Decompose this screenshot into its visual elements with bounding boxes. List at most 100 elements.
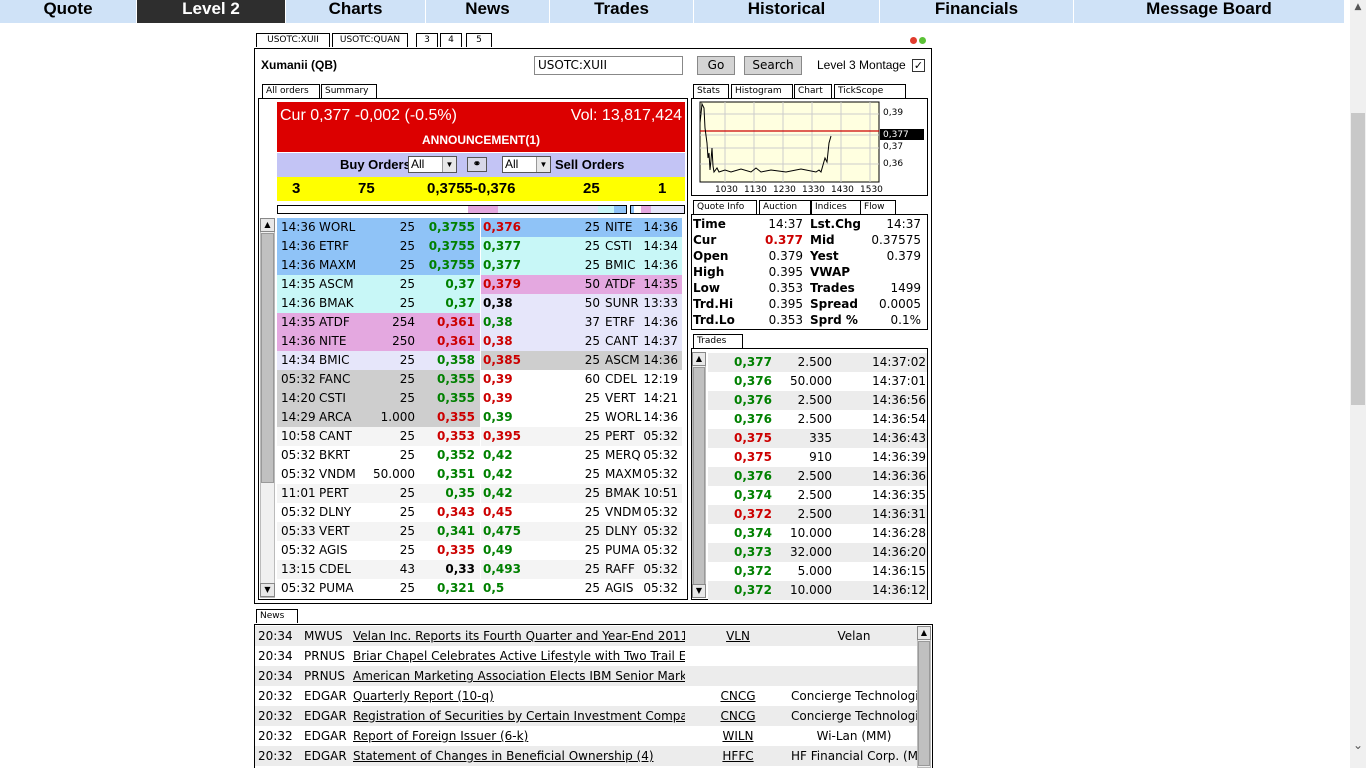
orders-scroll-thumb[interactable] — [261, 233, 274, 483]
ask-row[interactable]: 0,377 25 CSTI 14:34 — [481, 237, 682, 256]
news-headline[interactable]: Velan Inc. Reports its Fourth Quarter an… — [353, 626, 685, 646]
nav-tab-historical[interactable]: Historical — [694, 0, 880, 23]
tab-info-flow[interactable]: Flow — [860, 200, 896, 214]
nav-tab-charts[interactable]: Charts — [286, 0, 426, 23]
buy-filter-select[interactable]: All ▼ — [408, 156, 457, 173]
ask-row[interactable]: 0,42 25 MAXM 05:32 — [481, 465, 682, 484]
tab-news[interactable]: News — [256, 609, 298, 623]
symbol-tab[interactable]: 5 — [466, 33, 492, 47]
bid-row[interactable]: 10:58 CANT 25 0,353 — [277, 427, 480, 446]
bid-row[interactable]: 05:32 PUMA 25 0,321 — [277, 579, 480, 598]
news-row[interactable]: 20:34 MWUS Velan Inc. Reports its Fourth Q… — [255, 626, 917, 646]
bid-row[interactable]: 14:36 NITE 250 0,361 — [277, 332, 480, 351]
bid-row[interactable]: 05:32 DLNY 25 0,343 — [277, 503, 480, 522]
news-symbol[interactable]: VLN — [688, 626, 788, 646]
bid-row[interactable]: 13:15 CDEL 43 0,33 — [277, 560, 480, 579]
bid-row[interactable]: 14:35 ASCM 25 0,37 — [277, 275, 480, 294]
sell-filter-select[interactable]: All ▼ — [502, 156, 551, 173]
symbol-input[interactable]: USOTC:XUII — [534, 56, 683, 75]
news-symbol[interactable]: WILN — [688, 726, 788, 746]
ask-row[interactable]: 0,39 25 VERT 14:21 — [481, 389, 682, 408]
bid-row[interactable]: 05:32 FANC 25 0,355 — [277, 370, 480, 389]
news-scroll-up-icon[interactable]: ▲ — [917, 626, 931, 640]
bid-row[interactable]: 11:01 PERT 25 0,35 — [277, 484, 480, 503]
trade-row[interactable]: 0,376 2.500 14:36:56 — [708, 391, 927, 410]
nav-tab-quote[interactable]: Quote — [0, 0, 137, 23]
trade-row[interactable]: 0,376 50.000 14:37:01 — [708, 372, 927, 391]
trade-row[interactable]: 0,372 2.500 14:36:31 — [708, 505, 927, 524]
news-row[interactable]: 20:34 PRNUS American Marketing Association… — [255, 666, 917, 686]
news-symbol[interactable]: CNCG — [688, 686, 788, 706]
tab-view-summary[interactable]: Summary — [321, 84, 377, 98]
search-button[interactable]: Search — [744, 56, 802, 75]
ask-row[interactable]: 0,38 37 ETRF 14:36 — [481, 313, 682, 332]
ask-row[interactable]: 0,38 50 SUNR 13:33 — [481, 294, 682, 313]
symbol-tab[interactable]: 3 — [416, 33, 438, 47]
scroll-up-icon[interactable]: ▲ — [1350, 2, 1366, 12]
news-headline[interactable]: Briar Chapel Celebrates Active Lifestyle… — [353, 646, 685, 666]
news-row[interactable]: 20:32 EDGAR Registration of Securities by … — [255, 706, 917, 726]
page-scrollbar-thumb[interactable] — [1351, 113, 1365, 405]
symbol-tab[interactable]: 4 — [440, 33, 462, 47]
bid-row[interactable]: 05:32 BKRT 25 0,352 — [277, 446, 480, 465]
bid-row[interactable]: 05:33 VERT 25 0,341 — [277, 522, 480, 541]
ask-row[interactable]: 0,475 25 DLNY 05:32 — [481, 522, 682, 541]
tab-chart-histogram[interactable]: Histogram — [731, 84, 793, 98]
bid-row[interactable]: 14:36 MAXM 25 0,3755 — [277, 256, 480, 275]
bid-row[interactable]: 14:36 ETRF 25 0,3755 — [277, 237, 480, 256]
tab-info-indices[interactable]: Indices — [811, 200, 861, 214]
tab-view-all-orders[interactable]: All orders — [262, 84, 320, 98]
trades-scroll-thumb[interactable] — [693, 367, 705, 585]
orders-scroll-up-icon[interactable]: ▲ — [260, 218, 275, 232]
level3-montage-checkbox[interactable]: ✓ — [912, 59, 925, 72]
nav-tab-news[interactable]: News — [426, 0, 550, 23]
trade-row[interactable]: 0,374 2.500 14:36:35 — [708, 486, 927, 505]
ask-row[interactable]: 0,5 25 AGIS 05:32 — [481, 579, 682, 598]
tab-chart-chart[interactable]: Chart — [794, 84, 832, 98]
news-headline[interactable]: Quarterly Report (10-q) — [353, 686, 685, 706]
ask-row[interactable]: 0,395 25 PERT 05:32 — [481, 427, 682, 446]
tab-info-quote-info[interactable]: Quote Info — [693, 200, 757, 214]
news-scroll-thumb[interactable] — [918, 641, 930, 766]
news-headline[interactable]: Registration of Securities by Certain In… — [353, 706, 685, 726]
trades-scroll-up-icon[interactable]: ▲ — [692, 352, 706, 366]
trade-row[interactable]: 0,373 32.000 14:36:20 — [708, 543, 927, 562]
news-symbol[interactable]: HFFC — [688, 746, 788, 766]
news-headline[interactable]: American Marketing Association Elects IB… — [353, 666, 685, 686]
trades-scroll-down-icon[interactable]: ▼ — [692, 584, 706, 598]
trade-row[interactable]: 0,375 335 14:36:43 — [708, 429, 927, 448]
ask-row[interactable]: 0,39 60 CDEL 12:19 — [481, 370, 682, 389]
bid-row[interactable]: 05:32 AGIS 25 0,335 — [277, 541, 480, 560]
bid-row[interactable]: 14:20 CSTI 25 0,355 — [277, 389, 480, 408]
tab-chart-tickscope[interactable]: TickScope — [834, 84, 906, 98]
trade-row[interactable]: 0,374 10.000 14:36:28 — [708, 524, 927, 543]
ask-row[interactable]: 0,42 25 MERQ 05:32 — [481, 446, 682, 465]
bid-row[interactable]: 14:35 ATDF 254 0,361 — [277, 313, 480, 332]
ask-row[interactable]: 0,39 25 WORL 14:36 — [481, 408, 682, 427]
ask-row[interactable]: 0,38 25 CANT 14:37 — [481, 332, 682, 351]
trade-row[interactable]: 0,377 2.500 14:37:02 — [708, 353, 927, 372]
ask-row[interactable]: 0,377 25 BMIC 14:36 — [481, 256, 682, 275]
trade-row[interactable]: 0,372 5.000 14:36:15 — [708, 562, 927, 581]
symbol-tab[interactable]: USOTC:QUAN — [332, 33, 408, 47]
scroll-down-icon[interactable]: ⌄ — [1350, 738, 1366, 752]
tab-trades[interactable]: Trades — [693, 334, 743, 348]
ask-row[interactable]: 0,42 25 BMAK 10:51 — [481, 484, 682, 503]
ask-row[interactable]: 0,45 25 VNDM 05:32 — [481, 503, 682, 522]
ask-row[interactable]: 0,376 25 NITE 14:36 — [481, 218, 682, 237]
news-symbol[interactable]: CNCG — [688, 706, 788, 726]
red-dot-icon[interactable] — [910, 37, 917, 44]
news-headline[interactable]: Report of Foreign Issuer (6-k) — [353, 726, 685, 746]
nav-tab-trades[interactable]: Trades — [550, 0, 694, 23]
bid-row[interactable]: 14:34 BMIC 25 0,358 — [277, 351, 480, 370]
tab-chart-stats[interactable]: Stats — [693, 84, 729, 98]
ask-row[interactable]: 0,49 25 PUMA 05:32 — [481, 541, 682, 560]
link-icon[interactable]: ⚭ — [467, 157, 487, 172]
nav-tab-financials[interactable]: Financials — [880, 0, 1074, 23]
trade-row[interactable]: 0,376 2.500 14:36:36 — [708, 467, 927, 486]
green-dot-icon[interactable] — [919, 37, 926, 44]
trade-row[interactable]: 0,376 2.500 14:36:54 — [708, 410, 927, 429]
news-row[interactable]: 20:32 EDGAR Report of Foreign Issuer (6-k)… — [255, 726, 917, 746]
tab-info-auction[interactable]: Auction — [759, 200, 811, 214]
announcement-link[interactable]: ANNOUNCEMENT(1) — [277, 133, 685, 147]
